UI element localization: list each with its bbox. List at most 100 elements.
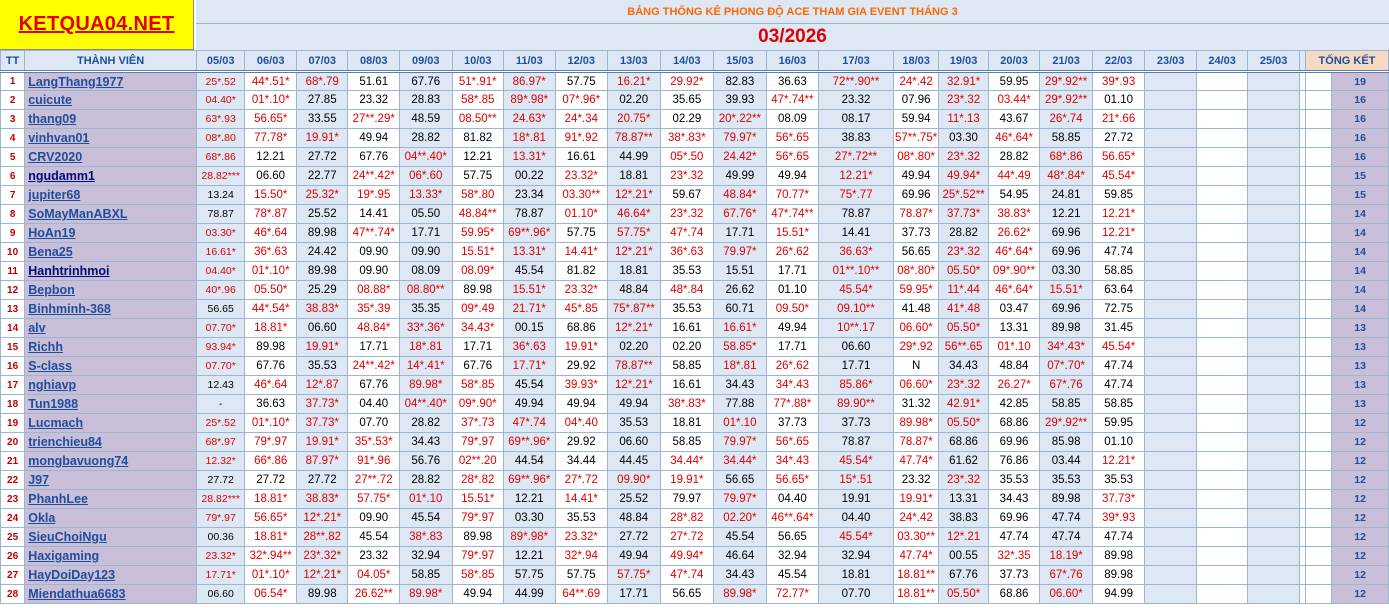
spacer-cell	[1304, 318, 1333, 338]
table-row: 6 ngudamm1 28.82*** 06.60 22.77 24**.42* 06*.6…	[0, 166, 1389, 186]
member-link[interactable]: jupiter68	[24, 185, 197, 205]
member-link[interactable]: Okla	[24, 508, 197, 528]
result-cell: 69.96	[1039, 299, 1093, 319]
total-cell: 15	[1331, 185, 1389, 205]
member-link[interactable]: Haxigaming	[24, 546, 197, 566]
result-cell: 47*.74	[503, 413, 556, 433]
spacer-cell	[1304, 204, 1333, 224]
member-link[interactable]: trienchieu84	[24, 432, 197, 452]
result-cell: 18*.81	[398, 337, 453, 357]
result-cell: 56**.65	[938, 337, 989, 357]
member-link[interactable]: HoAn19	[24, 223, 197, 243]
result-cell: 09.90	[347, 508, 400, 528]
member-link[interactable]: Bepbon	[24, 280, 197, 300]
result-cell: 85.98	[1039, 432, 1093, 452]
member-link[interactable]: ngudamm1	[24, 166, 197, 186]
result-cell: 28.82	[398, 128, 453, 148]
site-logo[interactable]: KETQUA04.NET	[0, 0, 194, 50]
result-cell: 22.77	[295, 166, 349, 186]
result-cell: 23.32*	[554, 166, 609, 186]
result-cell: 57.75	[503, 565, 556, 585]
spacer-cell	[1304, 242, 1333, 262]
member-link[interactable]: Hanhtrinhmoi	[24, 261, 197, 281]
member-link[interactable]: LangThang1977	[24, 71, 197, 91]
result-cell: 38.83*	[295, 299, 349, 319]
result-cell: 47.74	[1091, 527, 1146, 547]
result-cell: 16.61	[554, 147, 609, 167]
result-cell: 09.90	[398, 242, 453, 262]
result-cell: 72.77*	[765, 584, 820, 604]
result-cell: 17.71	[765, 261, 820, 281]
member-link[interactable]: Richh	[24, 337, 197, 357]
spacer-cell	[1304, 356, 1333, 376]
result-cell-empty	[1144, 584, 1197, 604]
member-link[interactable]: CRV2020	[24, 147, 197, 167]
result-cell: 18.81**	[892, 584, 940, 604]
member-link[interactable]: Tun1988	[24, 394, 197, 414]
member-link[interactable]: thang09	[24, 109, 197, 129]
result-cell: 47**.74*	[347, 223, 400, 243]
member-link[interactable]: PhanhLee	[24, 489, 197, 509]
table-row: 2 cuicute 04.40* 01*.10* 27.85 23.32 28.83 58*.…	[0, 90, 1389, 110]
result-cell: 02.20*	[713, 508, 767, 528]
result-cell: 48.84	[607, 280, 661, 300]
header-date: 15/03	[713, 50, 767, 73]
member-link[interactable]: SieuChoiNgu	[24, 527, 197, 547]
total-cell: 12	[1331, 546, 1389, 566]
result-cell: 34.43	[987, 489, 1041, 509]
result-cell: 89.98	[1039, 318, 1093, 338]
result-cell: 12*.21*	[295, 508, 349, 528]
result-cell: 37.73	[987, 565, 1041, 585]
member-link[interactable]: J97	[24, 470, 197, 490]
member-link[interactable]: HayDoiDay123	[24, 565, 197, 585]
member-link[interactable]: nghiavp	[24, 375, 197, 395]
member-link[interactable]: Miendathua6683	[24, 584, 197, 604]
result-cell: 79*.97	[244, 432, 297, 452]
member-link[interactable]: SoMayManABXL	[24, 204, 197, 224]
result-cell: 64**.69	[554, 584, 609, 604]
table-row: 18 Tun1988-36.63 37.73* 04.40 04**.40* 09*.90…	[0, 394, 1389, 414]
result-cell: 12*.21*	[295, 565, 349, 585]
table-row: 27 HayDoiDay123 17.71* 01*.10* 12*.21* 04.05*…	[0, 565, 1389, 585]
result-cell: 27.72	[244, 470, 297, 490]
member-link[interactable]: S-class	[24, 356, 197, 376]
result-cell: 04.40	[347, 394, 400, 414]
result-cell: 23.32	[347, 90, 400, 110]
member-link[interactable]: Lucmach	[24, 413, 197, 433]
member-link[interactable]: cuicute	[24, 90, 197, 110]
result-cell: 34.43	[713, 565, 767, 585]
member-link[interactable]: Binhminh-368	[24, 299, 197, 319]
result-cell: 63.64	[1091, 280, 1146, 300]
result-cell: 32*.35	[987, 546, 1041, 566]
result-cell: 15.51*	[1039, 280, 1093, 300]
result-cell: 01.10*	[554, 204, 609, 224]
result-cell: 46*.64*	[987, 280, 1041, 300]
result-cell: 04*.40	[554, 413, 609, 433]
result-cell: 44*.51*	[244, 71, 297, 91]
result-cell: 68.86	[938, 432, 989, 452]
member-link[interactable]: Bena25	[24, 242, 197, 262]
member-link[interactable]: mongbavuong74	[24, 451, 197, 471]
member-link[interactable]: alv	[24, 318, 197, 338]
result-cell: 59.67	[659, 185, 715, 205]
result-cell: 19.91*	[554, 337, 609, 357]
result-cell: 72.75	[1091, 299, 1146, 319]
row-number: 14	[0, 318, 26, 338]
result-cell: 18*.81	[503, 128, 556, 148]
result-cell-empty	[1247, 280, 1300, 300]
result-cell: 69.96	[1039, 242, 1093, 262]
total-cell: 13	[1331, 375, 1389, 395]
result-cell: 14.41	[818, 223, 894, 243]
member-link[interactable]: vinhvan01	[24, 128, 197, 148]
result-cell: 39*.93	[1091, 71, 1146, 91]
result-cell: 18.81	[607, 166, 661, 186]
site-logo-text[interactable]: KETQUA04.NET	[19, 13, 175, 36]
header-date: 23/03	[1144, 50, 1197, 73]
total-cell: 12	[1331, 565, 1389, 585]
table-row: 19 Lucmach 25*.52 01*.10* 37.73* 07.70 28.82 37…	[0, 413, 1389, 433]
result-cell: 58.85	[1091, 394, 1146, 414]
result-cell: 07.70*	[195, 318, 246, 338]
result-cell: 09*.49	[451, 299, 505, 319]
result-cell: 32*.94**	[244, 546, 297, 566]
result-cell: 78*.87	[244, 204, 297, 224]
